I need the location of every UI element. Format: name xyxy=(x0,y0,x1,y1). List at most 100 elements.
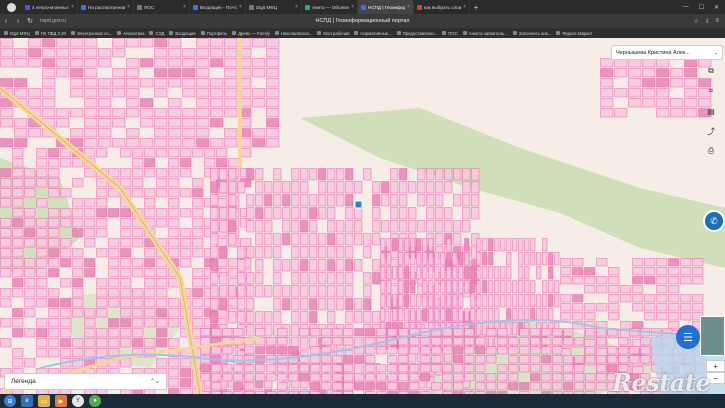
land-parcel xyxy=(390,220,399,233)
close-tab-icon[interactable]: × xyxy=(295,4,298,10)
bookmark-item[interactable]: ПК ПВД 3.20 xyxy=(34,31,66,36)
bookmark-item[interactable]: Входящие xyxy=(169,31,196,36)
close-tab-icon[interactable]: × xyxy=(239,4,242,10)
layers-icon[interactable]: ⧉ xyxy=(704,64,718,78)
user-account-select[interactable]: Чернышева Кристина Алек... ⌄ xyxy=(611,45,723,60)
land-parcel xyxy=(343,364,354,373)
message-button[interactable]: ☰ xyxy=(676,325,700,349)
land-parcel xyxy=(24,168,36,178)
land-parcel xyxy=(321,355,332,364)
bookmark-item[interactable]: Николаевская... xyxy=(274,31,312,36)
start-icon[interactable]: ⊞ xyxy=(4,395,16,407)
land-parcel xyxy=(126,78,140,88)
browser-tab[interactable]: Входящие - Почта Mail× xyxy=(190,0,246,14)
yandex-icon[interactable]: Y xyxy=(72,395,84,407)
land-parcel xyxy=(519,346,530,355)
browser-tab[interactable]: Digit МФЦ × xyxy=(246,0,302,14)
bookmark-item[interactable]: Анкета-заявитель... xyxy=(462,31,508,36)
land-parcel xyxy=(482,294,488,308)
chrome-icon[interactable]: ● xyxy=(89,395,101,407)
browser-tab[interactable]: ПОС × xyxy=(134,0,190,14)
close-tab-icon[interactable]: × xyxy=(463,4,466,10)
land-parcel xyxy=(410,266,416,280)
forward-icon[interactable]: › xyxy=(12,18,24,25)
bookmark-item[interactable]: Заполнить анк... xyxy=(512,31,551,36)
bookmark-item[interactable]: Яндекс Маркет xyxy=(556,31,593,36)
land-parcel xyxy=(228,233,237,246)
browser-logo-icon[interactable] xyxy=(0,0,22,14)
land-parcel xyxy=(442,373,453,382)
land-parcel xyxy=(408,181,417,194)
browser-tab[interactable]: НСПД | Геоинформацио...× xyxy=(358,0,414,14)
bookmark-item[interactable]: Электронная оч... xyxy=(70,31,112,36)
land-parcel xyxy=(542,238,548,252)
land-parcel xyxy=(219,298,228,311)
printer-icon[interactable]: ⎙ xyxy=(704,144,718,158)
land-parcel xyxy=(345,246,354,259)
land-parcel xyxy=(530,382,541,391)
media-icon[interactable]: ▶ xyxy=(55,395,67,407)
land-parcel xyxy=(629,346,640,355)
land-parcel xyxy=(120,268,132,278)
bookmark-item[interactable]: Аналитика xyxy=(117,31,144,36)
close-tab-icon[interactable]: × xyxy=(127,4,130,10)
download-icon[interactable]: ⤓ xyxy=(706,18,709,25)
land-parcel xyxy=(72,198,84,208)
land-parcel xyxy=(156,168,168,178)
land-parcel xyxy=(132,178,144,188)
close-tab-icon[interactable]: × xyxy=(407,4,410,10)
ruler-icon[interactable]: ⌗ xyxy=(704,84,718,98)
land-parcel xyxy=(210,58,224,68)
basemap-thumbnail[interactable] xyxy=(700,316,725,356)
land-parcel xyxy=(252,68,266,78)
bookmark-item[interactable]: СЭД xyxy=(149,31,164,36)
land-parcel xyxy=(237,181,246,194)
minimize-icon[interactable]: — xyxy=(683,4,689,11)
land-parcel xyxy=(98,48,112,58)
close-tab-icon[interactable]: × xyxy=(71,4,74,10)
bookmark-item[interactable]: Digit МФЦ xyxy=(4,31,30,36)
folder-icon[interactable]: ▭ xyxy=(38,395,50,407)
land-parcel xyxy=(497,337,508,346)
land-parcel xyxy=(386,266,392,280)
land-parcel xyxy=(252,58,266,68)
reload-icon[interactable]: ↻ xyxy=(24,17,36,25)
land-parcel xyxy=(196,78,210,88)
bookmark-item[interactable]: Предоставлени... xyxy=(396,31,437,36)
cadastral-map[interactable] xyxy=(0,38,725,394)
land-parcel xyxy=(309,233,318,246)
land-parcel xyxy=(252,88,266,98)
close-window-icon[interactable]: ✕ xyxy=(714,4,719,11)
bookmark-item[interactable]: Нормативные... xyxy=(354,31,392,36)
bookmark-item[interactable]: ПОС xyxy=(442,31,458,36)
ie-icon[interactable]: e xyxy=(21,395,33,407)
land-parcel xyxy=(363,168,372,181)
land-parcel xyxy=(380,308,386,322)
print-icon[interactable]: ▤ xyxy=(704,104,718,118)
bookmark-item[interactable]: Древо — Family xyxy=(232,31,270,36)
assistant-icon[interactable]: ✆ xyxy=(703,210,725,232)
close-tab-icon[interactable]: × xyxy=(351,4,354,10)
close-tab-icon[interactable]: × xyxy=(183,4,186,10)
share-icon[interactable]: ⤴ xyxy=(704,124,718,138)
land-parcel xyxy=(363,298,372,311)
back-icon[interactable]: ‹ xyxy=(0,18,12,25)
bookmark-item[interactable]: Моя рабочая xyxy=(317,31,349,36)
browser-tab[interactable]: На рассмотрении : Все р...× xyxy=(78,0,134,14)
legend-selector[interactable]: Легенда ⌃⌄ xyxy=(4,373,167,390)
menu-icon[interactable]: ≡ xyxy=(715,18,719,25)
map-canvas[interactable] xyxy=(0,38,725,394)
new-tab-button[interactable]: + xyxy=(470,3,482,12)
browser-tab[interactable]: 4 непрочитанных чата× xyxy=(22,0,78,14)
browser-tab[interactable]: как выбрать слои в публ...× xyxy=(414,0,470,14)
land-parcel xyxy=(408,207,417,220)
browser-tab[interactable]: Авито — Объявления на ...× xyxy=(302,0,358,14)
bookmark-star-icon[interactable]: ☆ xyxy=(693,18,698,25)
land-parcel xyxy=(168,78,182,88)
land-parcel xyxy=(233,328,244,337)
maximize-icon[interactable]: ☐ xyxy=(699,4,704,11)
land-parcel xyxy=(524,280,530,294)
land-parcel xyxy=(416,308,422,322)
bookmark-item[interactable]: Портфель xyxy=(200,31,227,36)
url-field[interactable]: nspd.gov.ru xyxy=(40,18,66,24)
